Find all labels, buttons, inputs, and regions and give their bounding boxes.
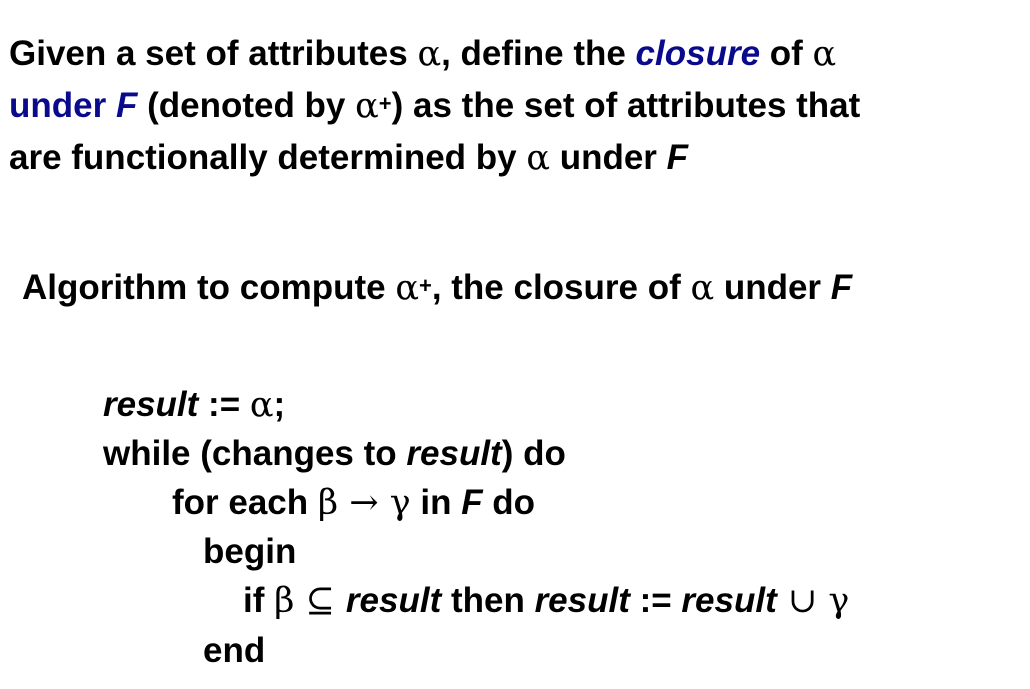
code-text: if: [243, 581, 275, 620]
definition-line-1: Given a set of attributes α, define the …: [9, 28, 1024, 80]
definition-text: Given a set of attributes: [9, 34, 418, 73]
alpha-symbol: α: [812, 34, 837, 74]
result-variable: result: [406, 434, 502, 473]
alpha-symbol: α: [417, 34, 442, 74]
under-term: under: [9, 86, 116, 125]
result-variable: result: [534, 581, 630, 620]
heading-text: Algorithm to compute: [22, 268, 396, 307]
algorithm-line-1: result := α;: [103, 380, 285, 430]
result-variable: result: [103, 385, 199, 424]
semicolon: ;: [273, 385, 286, 424]
alpha-symbol: α: [355, 86, 379, 126]
gamma-symbol: γ: [389, 483, 411, 523]
definition-text: , define the: [441, 34, 636, 73]
definition-paragraph: Given a set of attributes α, define the …: [9, 28, 1024, 184]
code-text: then: [441, 581, 535, 620]
plus-superscript: +: [418, 273, 432, 298]
definition-text: of: [760, 34, 813, 73]
code-text: do: [482, 483, 536, 522]
subset-icon: ⊆: [294, 581, 346, 621]
F-term: F: [666, 138, 689, 177]
plus-superscript: +: [378, 91, 392, 116]
beta-symbol: β: [274, 581, 295, 621]
begin-keyword: begin: [203, 532, 297, 571]
heading-text: , the closure of: [431, 268, 691, 307]
alpha-symbol: α: [249, 385, 274, 425]
closure-term: closure: [635, 34, 761, 73]
F-term: F: [115, 86, 138, 125]
definition-line-3: are functionally determined by α under F: [9, 132, 1024, 184]
union-icon: ∪: [776, 581, 829, 621]
result-variable: result: [681, 581, 777, 620]
definition-text: are functionally determined by: [9, 138, 527, 177]
alpha-symbol: α: [690, 268, 715, 308]
definition-text: under: [549, 138, 667, 177]
result-variable: result: [345, 581, 442, 620]
code-text: ) do: [501, 434, 566, 473]
algorithm-line-2: while (changes to result) do: [103, 429, 566, 479]
definition-line-2: under F (denoted by α+) as the set of at…: [9, 80, 1024, 132]
code-text: for each: [172, 483, 318, 522]
F-term: F: [461, 483, 483, 522]
alpha-symbol: α: [395, 268, 419, 308]
algorithm-line-6: end: [203, 626, 265, 676]
code-text: in: [410, 483, 462, 522]
heading-text: under: [714, 268, 831, 307]
gamma-symbol: γ: [828, 581, 850, 621]
algorithm-heading: Algorithm to compute α+, the closure of …: [22, 262, 852, 314]
F-term: F: [830, 268, 853, 307]
beta-symbol: β: [317, 483, 339, 523]
definition-text: ) as the set of attributes that: [391, 86, 861, 125]
algorithm-line-5: if β ⊆ result then result := result ∪ γ: [243, 576, 849, 626]
slide: Given a set of attributes α, define the …: [0, 0, 1030, 689]
end-keyword: end: [203, 631, 266, 670]
definition-text: (denoted by: [137, 86, 356, 125]
arrow-icon: →: [338, 483, 390, 523]
algorithm-line-4: begin: [203, 527, 296, 577]
assign-operator: :=: [198, 385, 250, 424]
assign-operator: :=: [629, 581, 682, 620]
code-text: while (changes to: [103, 434, 407, 473]
alpha-symbol: α: [526, 138, 550, 178]
algorithm-line-3: for each β → γ in F do: [172, 478, 535, 528]
